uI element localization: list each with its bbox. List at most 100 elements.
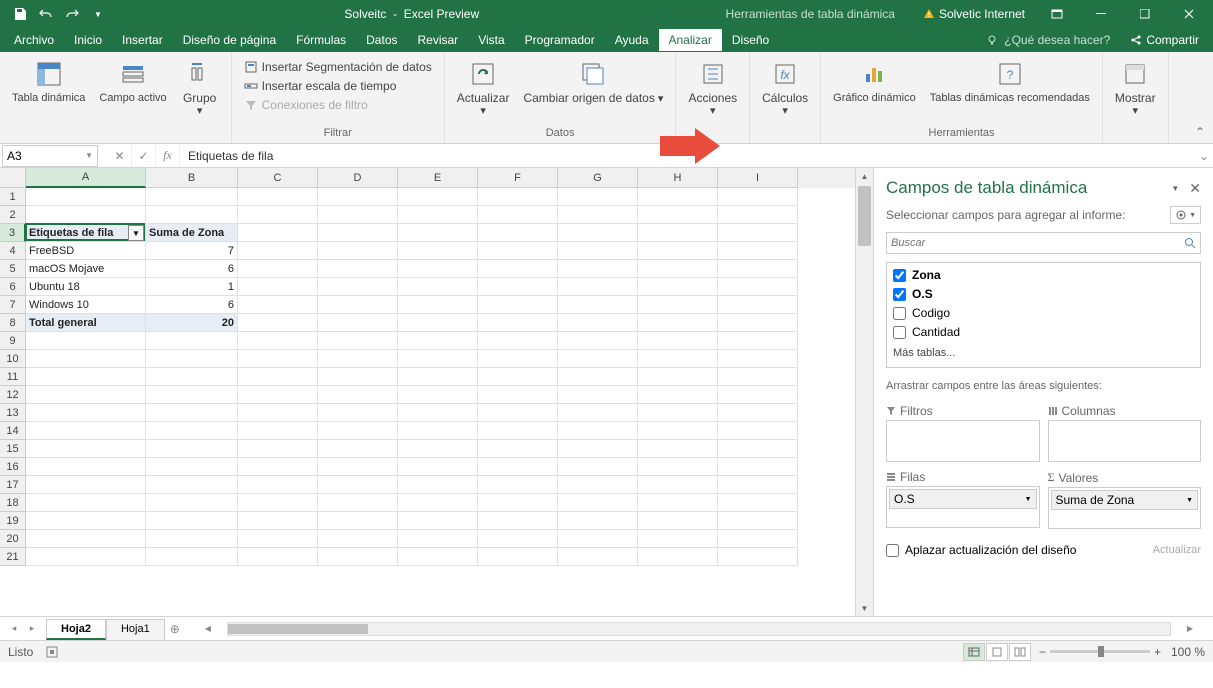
actions-button[interactable]: Acciones▾ [682,56,743,122]
cell[interactable] [238,440,318,458]
cell[interactable] [718,386,798,404]
cell[interactable] [638,350,718,368]
add-sheet-icon[interactable]: ⊕ [165,622,185,636]
tab-revisar[interactable]: Revisar [408,29,469,51]
zoom-in-icon[interactable]: + [1154,645,1161,659]
cell[interactable] [558,296,638,314]
cell[interactable] [558,278,638,296]
cell[interactable] [238,188,318,206]
tab-ayuda[interactable]: Ayuda [605,29,659,51]
cell[interactable] [398,206,478,224]
cell[interactable] [238,404,318,422]
cell[interactable] [318,224,398,242]
row-header[interactable]: 8 [0,314,26,332]
cell[interactable] [238,494,318,512]
cell[interactable] [718,458,798,476]
cell[interactable] [638,458,718,476]
cell[interactable] [146,386,238,404]
cell[interactable] [558,242,638,260]
zoom-slider[interactable] [1050,650,1150,653]
filter-dropdown-icon[interactable]: ▼ [128,225,144,241]
close-icon[interactable] [1169,0,1209,28]
change-datasource-button[interactable]: Cambiar origen de datos ▾ [517,56,669,122]
row-header[interactable]: 14 [0,422,26,440]
cell[interactable] [478,548,558,566]
cell[interactable] [478,260,558,278]
cell[interactable] [398,386,478,404]
cell[interactable] [398,440,478,458]
row-header[interactable]: 20 [0,530,26,548]
pane-layout-icon[interactable]: ▼ [1170,206,1201,224]
cell[interactable] [26,332,146,350]
cell[interactable] [318,548,398,566]
cell[interactable] [238,242,318,260]
cell[interactable] [638,386,718,404]
cell[interactable] [398,278,478,296]
qat-customize-icon[interactable]: ▼ [86,2,110,26]
cell[interactable] [26,512,146,530]
ribbon-display-icon[interactable] [1037,0,1077,28]
cell[interactable] [238,332,318,350]
row-header[interactable]: 2 [0,206,26,224]
row-header[interactable]: 9 [0,332,26,350]
cell[interactable] [638,440,718,458]
cell[interactable] [558,476,638,494]
cell[interactable] [318,458,398,476]
cell[interactable] [638,206,718,224]
cell[interactable] [26,458,146,476]
tab-insertar[interactable]: Insertar [112,29,173,51]
row-header[interactable]: 3 [0,224,26,242]
cell[interactable] [718,512,798,530]
cell[interactable] [478,224,558,242]
cell[interactable] [238,512,318,530]
cell[interactable] [146,422,238,440]
cell[interactable] [558,314,638,332]
select-all-corner[interactable] [0,168,26,188]
cell[interactable] [558,386,638,404]
tab-inicio[interactable]: Inicio [64,29,112,51]
cell[interactable] [318,242,398,260]
cell[interactable] [718,404,798,422]
cell[interactable] [718,440,798,458]
cell[interactable] [318,206,398,224]
cell[interactable] [146,350,238,368]
cell[interactable] [718,422,798,440]
cell[interactable] [398,494,478,512]
cell[interactable] [638,368,718,386]
cell[interactable] [26,476,146,494]
cell[interactable] [718,530,798,548]
cell[interactable] [638,242,718,260]
tab-archivo[interactable]: Archivo [4,29,64,51]
row-header[interactable]: 4 [0,242,26,260]
zoom-out-icon[interactable]: − [1039,645,1046,659]
tab-diseño[interactable]: Diseño [722,29,779,51]
cell[interactable] [238,350,318,368]
cell[interactable] [238,260,318,278]
cell[interactable] [558,260,638,278]
cell[interactable] [26,440,146,458]
cell[interactable] [478,314,558,332]
cell[interactable]: 1 [146,278,238,296]
cell[interactable] [638,512,718,530]
cell[interactable]: Ubuntu 18 [26,278,146,296]
cell[interactable] [478,458,558,476]
cell[interactable] [398,476,478,494]
cell[interactable] [26,422,146,440]
cell[interactable] [478,278,558,296]
cell[interactable] [478,494,558,512]
cell[interactable] [478,422,558,440]
hscroll-right-icon[interactable]: ▶ [1187,624,1193,633]
field-os[interactable]: O.S [891,286,1196,302]
cell[interactable] [26,350,146,368]
field-cantidad[interactable]: Cantidad [891,324,1196,340]
tab-vista[interactable]: Vista [468,29,514,51]
horizontal-scrollbar[interactable] [227,622,1171,636]
show-button[interactable]: Mostrar▾ [1109,56,1162,122]
cell[interactable] [238,530,318,548]
cell[interactable]: 7 [146,242,238,260]
cell[interactable] [146,188,238,206]
more-tables-link[interactable]: Más tablas... [891,343,1196,363]
cell[interactable] [26,530,146,548]
cell[interactable] [318,260,398,278]
cell[interactable] [318,422,398,440]
